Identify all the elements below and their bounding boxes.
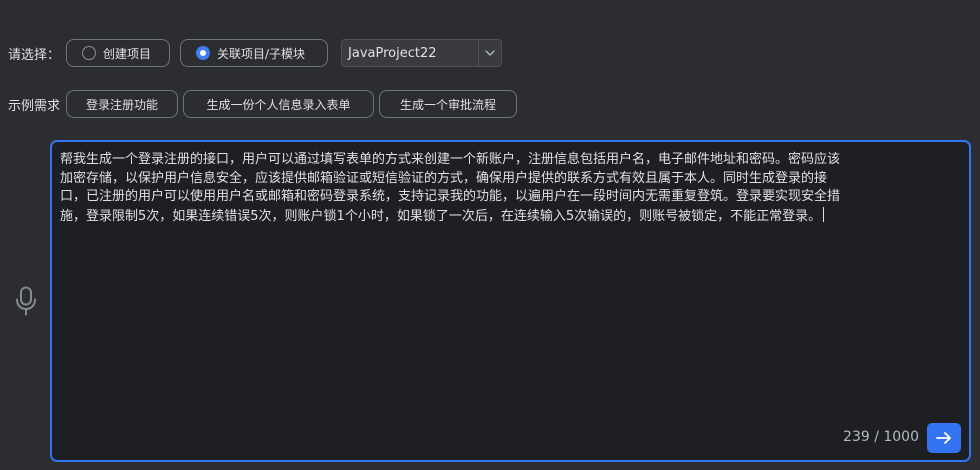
send-button[interactable] bbox=[927, 423, 961, 453]
requirement-text-content: 帮我生成一个登录注册的接口，用户可以通过填写表单的方式来创建一个新账户，注册信息… bbox=[60, 152, 841, 224]
requirement-text[interactable]: 帮我生成一个登录注册的接口，用户可以通过填写表单的方式来创建一个新账户，注册信息… bbox=[60, 151, 850, 226]
radio-link-project-label: 关联项目/子模块 bbox=[217, 46, 306, 61]
radio-checked-icon bbox=[196, 46, 211, 60]
radio-unchecked-icon bbox=[82, 46, 97, 60]
example-approval-flow-button[interactable]: 生成一个审批流程 bbox=[379, 90, 518, 118]
arrow-right-icon bbox=[936, 432, 951, 444]
examples-label: 示例需求 bbox=[8, 98, 61, 114]
radio-create-project-label: 创建项目 bbox=[103, 46, 152, 61]
selection-row: 请选择： 创建项目 关联项目/子模块 JavaProject22 bbox=[0, 38, 503, 68]
example-login-register-button[interactable]: 登录注册功能 bbox=[66, 90, 179, 118]
example-personal-info-form-button[interactable]: 生成一份个人信息录入表单 bbox=[183, 90, 375, 118]
text-caret bbox=[823, 206, 825, 222]
character-counter: 239 / 1000 bbox=[843, 429, 919, 445]
project-select-value: JavaProject22 bbox=[348, 45, 437, 61]
radio-create-project[interactable]: 创建项目 bbox=[66, 39, 171, 67]
chevron-down-icon[interactable] bbox=[478, 40, 501, 66]
requirement-editor[interactable]: 帮我生成一个登录注册的接口，用户可以通过填写表单的方式来创建一个新账户，注册信息… bbox=[50, 140, 971, 462]
radio-link-project[interactable]: 关联项目/子模块 bbox=[180, 39, 329, 67]
project-select[interactable]: JavaProject22 bbox=[341, 39, 503, 67]
examples-row: 示例需求 登录注册功能 生成一份个人信息录入表单 生成一个审批流程 bbox=[0, 89, 518, 119]
microphone-icon[interactable] bbox=[14, 286, 38, 316]
selection-label: 请选择： bbox=[8, 47, 61, 63]
